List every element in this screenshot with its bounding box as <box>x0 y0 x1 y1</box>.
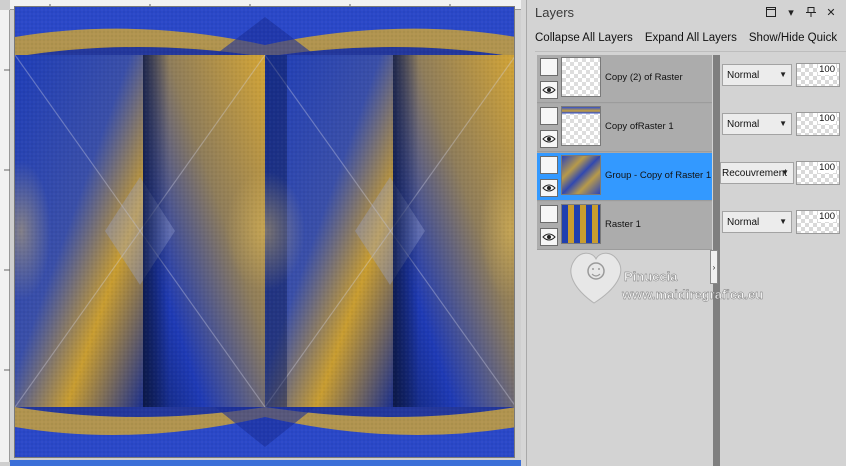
blend-mode-select[interactable]: Normal ▼ <box>722 113 792 135</box>
blend-mode-select[interactable]: Recouvrement ▼ <box>720 162 794 184</box>
panel-titlebar: Layers ▾ ✕ <box>527 0 846 24</box>
layers-toolbar: Collapse All Layers Expand All Layers Sh… <box>527 24 846 52</box>
collapse-all-layers-button[interactable]: Collapse All Layers <box>535 32 633 44</box>
panel-title: Layers <box>535 4 575 20</box>
layer-name: Copy (2) of Raster <box>605 72 683 83</box>
opacity-value: 100 <box>818 64 836 75</box>
blend-mode-select[interactable]: Normal ▼ <box>722 64 792 86</box>
layer-row[interactable]: Copy (2) of Raster <box>537 55 712 103</box>
layer-thumbnail <box>561 204 601 244</box>
layer-name: Raster 1 <box>605 219 641 230</box>
watermark: Pinuccia www.maidiregrafica.eu <box>568 245 798 305</box>
toolbar-divider <box>535 51 846 52</box>
horizontal-scrollbar[interactable] <box>10 460 521 466</box>
layer-row-selected[interactable]: Group - Copy of Raster 1 <box>537 153 712 201</box>
layer-row[interactable]: Raster 1 <box>537 202 712 250</box>
layer-type-icon[interactable] <box>540 58 558 76</box>
close-icon[interactable]: ✕ <box>824 5 838 19</box>
show-hide-quick-button[interactable]: Show/Hide Quick <box>749 32 837 44</box>
opacity-value: 100 <box>818 113 836 124</box>
vertical-ruler <box>0 10 10 462</box>
layer-properties: Normal ▼ 100 Normal ▼ 100 Recouvrement ▼… <box>720 55 846 249</box>
opacity-slider[interactable]: 100 <box>796 112 840 136</box>
restore-icon[interactable] <box>764 5 778 19</box>
canvas-image[interactable] <box>14 6 515 458</box>
chevron-down-icon: ▼ <box>779 70 787 79</box>
opacity-slider[interactable]: 100 <box>796 210 840 234</box>
eye-visibility-icon[interactable] <box>540 81 558 99</box>
blend-mode-value: Normal <box>727 118 760 130</box>
layer-type-icon[interactable] <box>540 205 558 223</box>
chevron-down-icon: ▼ <box>779 217 787 226</box>
opacity-slider[interactable]: 100 <box>796 63 840 87</box>
opacity-value: 100 <box>818 162 836 173</box>
blend-mode-value: Recouvrement <box>722 167 788 179</box>
eye-visibility-icon[interactable] <box>540 179 558 197</box>
chevron-down-icon: ▼ <box>779 119 787 128</box>
opacity-slider[interactable]: 100 <box>796 161 840 185</box>
expand-all-layers-button[interactable]: Expand All Layers <box>645 32 737 44</box>
opacity-value: 100 <box>818 211 836 222</box>
canvas-area[interactable] <box>0 0 521 466</box>
layers-panel: Layers ▾ ✕ Collapse All Layers Expand Al… <box>526 0 846 466</box>
blend-mode-value: Normal <box>727 216 760 228</box>
watermark-site: www.maidiregrafica.eu <box>621 287 763 302</box>
layer-name: Copy ofRaster 1 <box>605 121 674 132</box>
layer-type-icon[interactable] <box>540 156 558 174</box>
watermark-name: Pinuccia <box>624 269 678 284</box>
eye-visibility-icon[interactable] <box>540 228 558 246</box>
dropdown-icon[interactable]: ▾ <box>784 5 798 19</box>
app-window: Layers ▾ ✕ Collapse All Layers Expand Al… <box>0 0 846 466</box>
eye-visibility-icon[interactable] <box>540 130 558 148</box>
layer-thumbnail <box>561 106 601 146</box>
blend-mode-select[interactable]: Normal ▼ <box>722 211 792 233</box>
layer-row[interactable]: Copy ofRaster 1 <box>537 104 712 152</box>
layer-type-icon[interactable] <box>540 107 558 125</box>
layer-thumbnail <box>561 155 601 195</box>
chevron-down-icon: ▼ <box>781 168 789 177</box>
pin-icon[interactable] <box>804 5 818 19</box>
layer-list: Copy (2) of Raster Copy ofRaster 1 Group… <box>537 55 712 250</box>
layer-thumbnail <box>561 57 601 97</box>
blend-mode-value: Normal <box>727 69 760 81</box>
layer-name: Group - Copy of Raster 1 <box>605 170 712 181</box>
